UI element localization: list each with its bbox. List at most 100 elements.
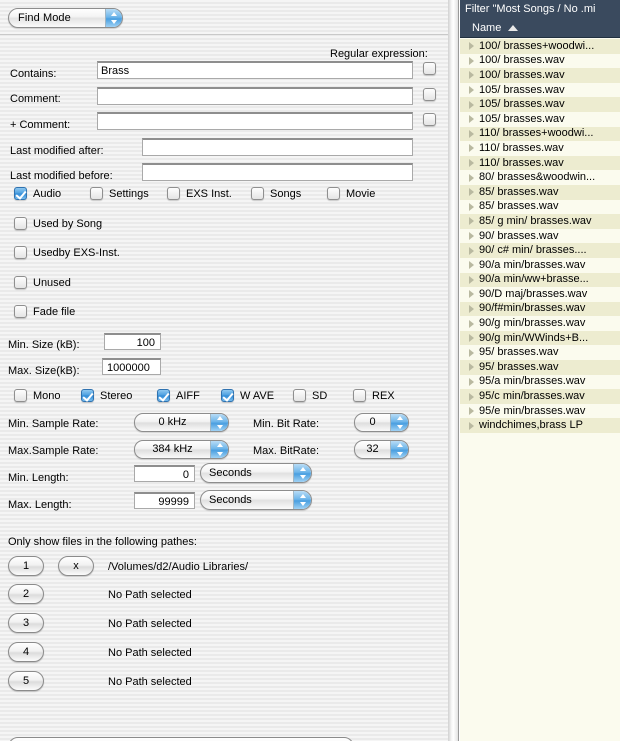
chevron-updown-icon[interactable] <box>390 414 408 431</box>
list-item[interactable]: 90/a min/brasses.wav <box>460 257 620 273</box>
disclosure-triangle-icon[interactable] <box>469 217 475 226</box>
list-item[interactable]: 80/ brasses&woodwin... <box>460 170 620 185</box>
disclosure-triangle-icon[interactable] <box>469 144 475 153</box>
disclosure-triangle-icon[interactable] <box>469 319 475 328</box>
list-item[interactable]: 85/ brasses.wav <box>460 199 620 215</box>
checkbox-aiff[interactable] <box>157 389 170 402</box>
list-item[interactable]: windchimes,brass LP <box>460 418 620 434</box>
comment-input[interactable] <box>97 87 413 105</box>
disclosure-triangle-icon[interactable] <box>469 275 475 284</box>
path-button-1[interactable]: 1 <box>8 556 44 576</box>
disclosure-triangle-icon[interactable] <box>469 407 475 416</box>
checkbox-audio[interactable] <box>14 187 27 200</box>
checkbox-exs-inst[interactable] <box>167 187 180 200</box>
list-item[interactable]: 90/f#min/brasses.wav <box>460 301 620 317</box>
path-clear-button-1[interactable]: x <box>58 556 94 576</box>
disclosure-triangle-icon[interactable] <box>469 377 475 386</box>
disclosure-triangle-icon[interactable] <box>469 290 475 299</box>
max-length-input[interactable]: 99999 <box>134 492 195 509</box>
list-item[interactable]: 110/ brasses+woodwi... <box>460 126 620 142</box>
chevron-updown-icon[interactable] <box>390 441 408 458</box>
list-item[interactable]: 90/ brasses.wav <box>460 228 620 244</box>
list-item[interactable]: 100/ brasses.wav <box>460 53 620 69</box>
disclosure-triangle-icon[interactable] <box>469 421 475 430</box>
disclosure-triangle-icon[interactable] <box>469 363 475 372</box>
checkbox-stereo[interactable] <box>81 389 94 402</box>
disclosure-triangle-icon[interactable] <box>469 188 475 197</box>
checkbox-fade-file[interactable] <box>14 305 27 318</box>
list-item[interactable]: 90/g min/brasses.wav <box>460 316 620 331</box>
list-item[interactable]: 95/ brasses.wav <box>460 345 620 361</box>
list-item[interactable]: 95/c min/brasses.wav <box>460 389 620 404</box>
list-item[interactable]: 105/ brasses.wav <box>460 82 620 98</box>
chevron-updown-icon[interactable] <box>293 464 311 482</box>
list-item[interactable]: 95/e min/brasses.wav <box>460 403 620 419</box>
min-length-unit-select[interactable]: Seconds <box>200 463 312 483</box>
disclosure-triangle-icon[interactable] <box>469 115 475 124</box>
checkbox-rex[interactable] <box>353 389 366 402</box>
disclosure-triangle-icon[interactable] <box>469 334 475 343</box>
disclosure-triangle-icon[interactable] <box>469 42 475 51</box>
disclosure-triangle-icon[interactable] <box>469 246 475 255</box>
plus-comment-input[interactable] <box>97 112 413 130</box>
chevron-updown-icon[interactable] <box>210 441 228 458</box>
list-item[interactable]: 110/ brasses.wav <box>460 141 620 156</box>
disclosure-triangle-icon[interactable] <box>469 56 475 65</box>
modified-before-input[interactable] <box>142 163 413 181</box>
list-item[interactable]: 85/ brasses.wav <box>460 184 620 200</box>
chevron-updown-icon[interactable] <box>210 414 228 431</box>
list-item[interactable]: 110/ brasses.wav <box>460 155 620 171</box>
max-length-unit-select[interactable]: Seconds <box>200 490 312 510</box>
list-item[interactable]: 95/a min/brasses.wav <box>460 374 620 390</box>
column-header-name[interactable]: Name <box>460 19 620 38</box>
min-length-input[interactable]: 0 <box>134 465 195 482</box>
chevron-updown-icon[interactable] <box>293 491 311 509</box>
list-item[interactable]: 90/a min/ww+brasse... <box>460 272 620 288</box>
list-item[interactable]: 100/ brasses+woodwi... <box>460 39 620 54</box>
min-size-input[interactable]: 100 <box>104 333 161 350</box>
update-file-list-button[interactable]: Update file list <box>8 737 354 741</box>
max-sample-rate-stepper[interactable]: 384 kHz <box>134 440 229 459</box>
disclosure-triangle-icon[interactable] <box>469 71 475 80</box>
max-bit-rate-stepper[interactable]: 32 <box>354 440 409 459</box>
checkbox-settings[interactable] <box>90 187 103 200</box>
checkbox-used-by-exs-inst[interactable] <box>14 246 27 259</box>
checkbox-movie[interactable] <box>327 187 340 200</box>
disclosure-triangle-icon[interactable] <box>469 202 475 211</box>
checkbox-unused[interactable] <box>14 276 27 289</box>
disclosure-triangle-icon[interactable] <box>469 392 475 401</box>
path-button-4[interactable]: 4 <box>8 642 44 662</box>
list-item[interactable]: 85/ g min/ brasses.wav <box>460 214 620 229</box>
checkbox-wave[interactable] <box>221 389 234 402</box>
checkbox-sd[interactable] <box>293 389 306 402</box>
disclosure-triangle-icon[interactable] <box>469 232 475 241</box>
list-item[interactable]: 90/ c# min/ brasses.... <box>460 243 620 258</box>
max-size-input[interactable]: 1000000 <box>102 358 161 375</box>
disclosure-triangle-icon[interactable] <box>469 129 475 138</box>
checkbox-mono[interactable] <box>14 389 27 402</box>
find-mode-popup[interactable]: Find Mode <box>8 8 123 28</box>
modified-after-input[interactable] <box>142 138 413 156</box>
disclosure-triangle-icon[interactable] <box>469 304 475 313</box>
contains-input[interactable]: Brass <box>97 61 413 79</box>
list-item[interactable]: 105/ brasses.wav <box>460 111 620 127</box>
list-item[interactable]: 90/g min/WWinds+B... <box>460 330 620 346</box>
disclosure-triangle-icon[interactable] <box>469 159 475 168</box>
checkbox-used-by-song[interactable] <box>14 217 27 230</box>
panel-divider-scrollbar[interactable] <box>448 0 459 741</box>
path-button-3[interactable]: 3 <box>8 613 44 633</box>
disclosure-triangle-icon[interactable] <box>469 86 475 95</box>
min-bit-rate-stepper[interactable]: 0 <box>354 413 409 432</box>
checkbox-songs[interactable] <box>251 187 264 200</box>
list-item[interactable]: 90/D maj/brasses.wav <box>460 287 620 302</box>
plus-comment-regex-checkbox[interactable] <box>423 113 436 126</box>
list-item[interactable]: 105/ brasses.wav <box>460 97 620 112</box>
path-button-5[interactable]: 5 <box>8 671 44 691</box>
min-sample-rate-stepper[interactable]: 0 kHz <box>134 413 229 432</box>
list-item[interactable]: 100/ brasses.wav <box>460 68 620 83</box>
disclosure-triangle-icon[interactable] <box>469 173 475 182</box>
list-item[interactable]: 95/ brasses.wav <box>460 360 620 375</box>
disclosure-triangle-icon[interactable] <box>469 348 475 357</box>
disclosure-triangle-icon[interactable] <box>469 261 475 270</box>
path-button-2[interactable]: 2 <box>8 584 44 604</box>
